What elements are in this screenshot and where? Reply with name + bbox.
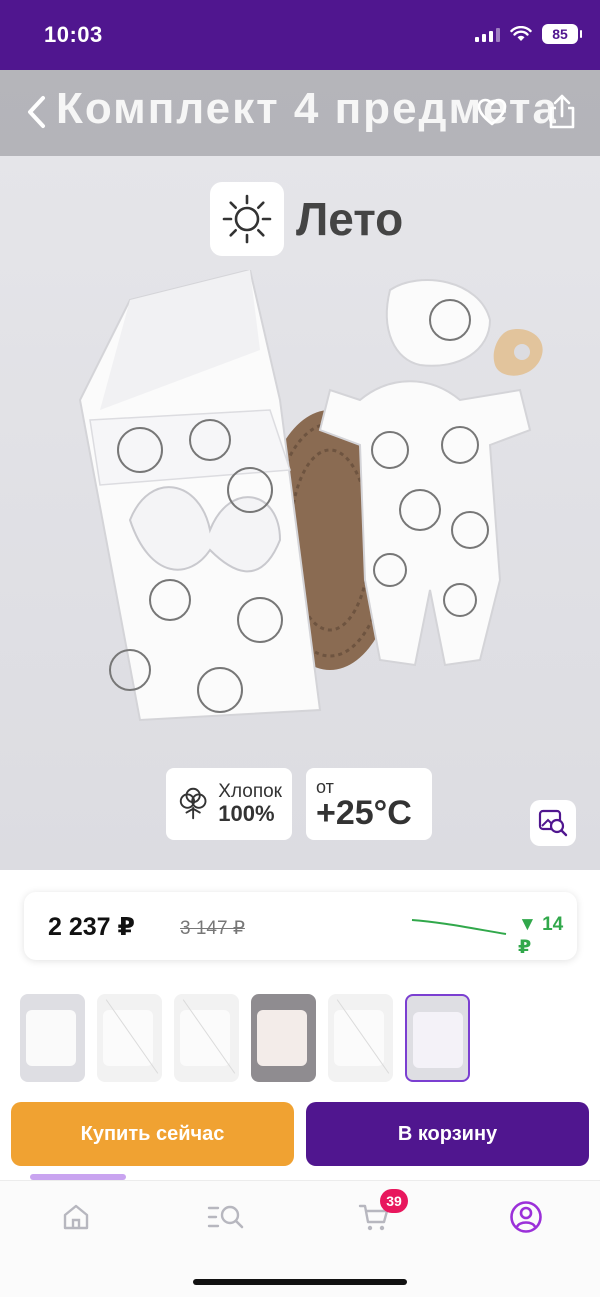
product-gallery[interactable]: Комплект 4 предмета Лето Хлопок 100% от … [0,70,600,870]
season-badge: Лето [210,182,403,256]
tab-home[interactable] [54,1195,98,1239]
variant-thumbnail-unavailable[interactable] [328,994,393,1082]
old-price: 3 147 ₽ [180,918,245,939]
variant-thumbnail-unavailable[interactable] [97,994,162,1082]
image-search-button[interactable] [530,800,576,846]
battery-indicator: 85 [542,24,582,44]
chevron-left-icon [28,96,45,128]
cotton-icon [179,787,207,820]
sun-icon [222,194,272,244]
image-search-icon [538,809,568,837]
feature-badges: Хлопок 100% от +25°C [166,768,432,840]
wifi-icon [510,26,532,41]
variant-thumbnail[interactable] [251,994,316,1082]
price-drop: ▼ 14 ₽ [518,914,564,958]
cotton-text: Хлопок 100% [218,782,282,825]
variant-thumbnail[interactable] [20,994,85,1082]
add-to-cart-button[interactable]: В корзину [306,1102,589,1166]
tab-catalog[interactable] [204,1195,248,1239]
variant-thumbnail-unavailable[interactable] [174,994,239,1082]
product-photo [78,270,543,722]
tab-cart[interactable]: 39 [352,1189,408,1239]
temperature-badge: от +25°C [306,768,432,840]
status-time: 10:03 [44,22,103,47]
current-price: 2 237 ₽ [48,913,135,941]
heart-icon [477,98,507,126]
home-icon [63,1204,89,1230]
product-title-bar: Комплект 4 предмета [0,70,600,156]
share-icon [549,94,575,129]
variant-thumbnail-selected[interactable] [405,994,470,1082]
cotton-label: Хлопок [218,781,282,803]
home-indicator [193,1279,407,1285]
cart-count-badge: 39 [380,1189,408,1213]
favorite-button[interactable] [474,94,510,130]
profile-icon [510,1201,542,1233]
price-history-sparkline [411,919,507,935]
price-card[interactable]: 2 237 ₽ 3 147 ₽ ▼ 14 ₽ [24,892,577,960]
tab-profile[interactable] [504,1195,548,1239]
catalog-search-icon [207,1205,244,1229]
purchase-actions: Купить сейчас В корзину [11,1102,589,1166]
share-button[interactable] [544,92,580,132]
cotton-percent: 100% [218,801,275,827]
status-bar: 10:03 85 [0,0,600,70]
sun-box [210,182,284,256]
status-icons: 85 [475,24,582,44]
back-button[interactable] [22,92,52,132]
cellular-signal-icon [475,26,500,42]
season-label: Лето [296,193,404,245]
buy-now-button[interactable]: Купить сейчас [11,1102,294,1166]
cotton-badge: Хлопок 100% [166,768,292,840]
temperature-value: +25°C [316,794,412,832]
variant-thumbnails [20,994,470,1082]
